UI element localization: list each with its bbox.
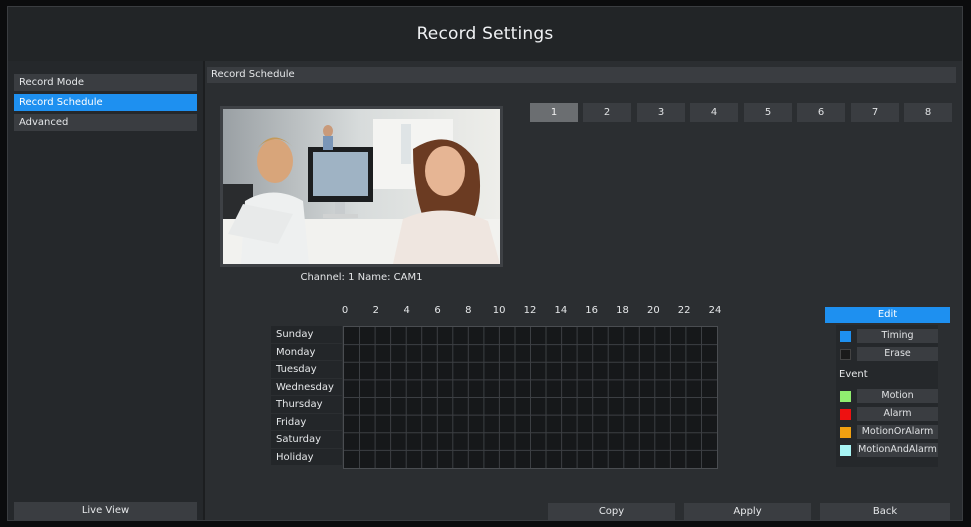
day-label: Friday xyxy=(271,413,342,431)
live-view-button[interactable]: Live View xyxy=(14,502,197,520)
channel-button-6[interactable]: 6 xyxy=(797,103,845,122)
channel-caption: Channel: 1 Name: CAM1 xyxy=(300,272,423,283)
legend-panel: Timing Erase Event Motion Alarm MotionOr… xyxy=(836,325,938,467)
motion-swatch xyxy=(840,391,851,402)
erase-button[interactable]: Erase xyxy=(857,347,938,361)
hour-label: 16 xyxy=(585,305,599,316)
timing-button[interactable]: Timing xyxy=(857,329,938,343)
hour-label: 2 xyxy=(372,305,380,316)
sidebar-item-advanced[interactable]: Advanced xyxy=(14,114,197,131)
alarm-swatch xyxy=(840,409,851,420)
apply-button[interactable]: Apply xyxy=(684,503,811,521)
day-label: Tuesday xyxy=(271,361,342,379)
legend-row-motion: Motion xyxy=(840,389,938,404)
motion-button[interactable]: Motion xyxy=(857,389,938,403)
channel-button-3[interactable]: 3 xyxy=(637,103,685,122)
day-label: Sunday xyxy=(271,326,342,344)
screen-frame: Record Settings Record Mode Record Sched… xyxy=(0,0,971,527)
hour-label: 20 xyxy=(646,305,660,316)
event-label: Event xyxy=(839,369,868,380)
day-label: Thursday xyxy=(271,396,342,414)
day-label: Wednesday xyxy=(271,378,342,396)
sidebar: Record Mode Record Schedule Advanced Liv… xyxy=(8,61,205,520)
section-title-bar: Record Schedule xyxy=(207,67,956,83)
channel-button-4[interactable]: 4 xyxy=(690,103,738,122)
legend-row-timing: Timing xyxy=(840,329,938,344)
hour-label: 18 xyxy=(616,305,629,316)
legend-row-erase: Erase xyxy=(840,347,938,362)
alarm-button[interactable]: Alarm xyxy=(857,407,938,421)
edit-button[interactable]: Edit xyxy=(825,307,950,323)
legend-row-alarm: Alarm xyxy=(840,407,938,422)
motion-or-alarm-swatch xyxy=(840,427,851,438)
channel-button-1[interactable]: 1 xyxy=(530,103,578,122)
hour-label: 4 xyxy=(403,305,410,316)
schedule-panel: 0 2 4 6 8 10 12 14 16 18 20 22 24 Sunday Monday Tues… xyxy=(212,305,722,473)
sidebar-item-record-schedule[interactable]: Record Schedule xyxy=(14,94,197,111)
motion-and-alarm-swatch xyxy=(840,445,851,456)
day-label: Saturday xyxy=(271,431,342,449)
hour-label: 6 xyxy=(434,305,441,316)
hour-label: 24 xyxy=(708,305,722,316)
back-button[interactable]: Back xyxy=(820,503,950,521)
legend-row-motion-or-alarm: MotionOrAlarm xyxy=(840,425,938,440)
day-label: Monday xyxy=(271,343,342,361)
hour-label: 10 xyxy=(492,305,506,316)
motion-or-alarm-button[interactable]: MotionOrAlarm xyxy=(857,425,938,439)
hour-axis: 0 2 4 6 8 10 12 14 16 18 20 22 24 xyxy=(212,305,722,319)
camera-preview-image xyxy=(223,109,500,264)
camera-preview xyxy=(220,106,503,267)
legend-row-motion-and-alarm: MotionAndAlarm xyxy=(840,443,938,458)
channel-button-2[interactable]: 2 xyxy=(583,103,631,122)
record-settings-window: Record Settings Record Mode Record Sched… xyxy=(7,6,963,521)
title-bar: Record Settings xyxy=(8,7,962,61)
erase-swatch xyxy=(840,349,851,360)
channel-button-7[interactable]: 7 xyxy=(851,103,899,122)
motion-and-alarm-button[interactable]: MotionAndAlarm xyxy=(857,443,938,457)
timing-swatch xyxy=(840,331,851,342)
channel-button-5[interactable]: 5 xyxy=(744,103,792,122)
hour-label: 12 xyxy=(523,305,537,316)
copy-button[interactable]: Copy xyxy=(548,503,675,521)
hour-label: 14 xyxy=(554,305,568,316)
hour-label: 8 xyxy=(465,305,472,316)
schedule-grid-lines xyxy=(344,327,717,468)
hour-label: 22 xyxy=(677,305,691,316)
sidebar-item-record-mode[interactable]: Record Mode xyxy=(14,74,197,91)
schedule-grid[interactable] xyxy=(343,326,718,469)
day-label: Holiday xyxy=(271,448,342,466)
hour-label: 0 xyxy=(341,305,349,316)
window-title: Record Settings xyxy=(416,24,554,44)
day-list: Sunday Monday Tuesday Wednesday Thursday… xyxy=(271,326,342,469)
channel-button-8[interactable]: 8 xyxy=(904,103,952,122)
